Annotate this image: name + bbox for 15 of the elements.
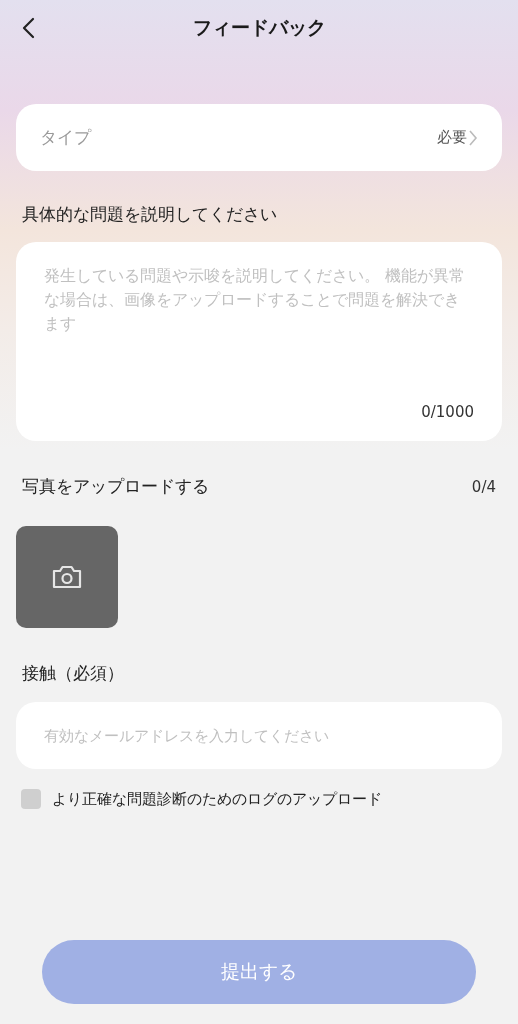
email-field[interactable]: 有効なメールアドレスを入力してください <box>16 702 502 769</box>
required-text: 必要 <box>437 128 467 147</box>
photo-upload-button[interactable] <box>16 526 118 628</box>
photo-counter: 0/4 <box>471 477 497 496</box>
section-label: 具体的な問題を説明してください <box>21 203 278 226</box>
checkbox[interactable] <box>21 789 41 809</box>
page-title: フィードバック <box>192 15 326 40</box>
camera-icon <box>51 564 83 590</box>
character-counter: 0/1000 <box>421 403 474 421</box>
section-label: 接触（必須） <box>21 662 125 685</box>
chevron-icon <box>468 128 478 147</box>
type-selector[interactable]: タイプ 必要 <box>16 104 502 171</box>
section-label: 写真をアップロードする <box>21 475 209 498</box>
type-label: タイプ <box>40 126 91 149</box>
checkbox-label: より正確な問題診断のためのログのアップロード <box>52 789 382 809</box>
